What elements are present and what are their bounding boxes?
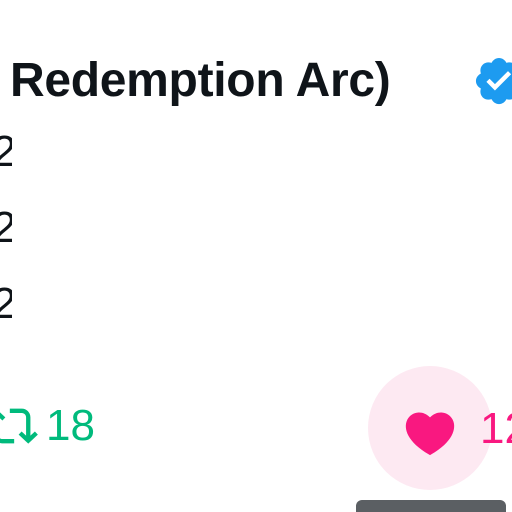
retweet-count: 18: [46, 401, 95, 450]
like-count: 12: [480, 404, 512, 453]
tweet-body: 2 2 2: [0, 128, 32, 338]
tweet-actions: 18 12: [0, 366, 512, 494]
display-name[interactable]: Redemption Arc): [10, 53, 391, 108]
tweet-text-line: 2: [0, 280, 12, 328]
tweet-screen: Redemption Arc) 2 2 2 18 12: [0, 0, 512, 512]
tweet-text-line: 2: [0, 128, 12, 176]
retweet-button[interactable]: 18: [0, 400, 95, 452]
retweet-icon: [0, 408, 38, 444]
heart-icon[interactable]: [398, 404, 462, 462]
verified-badge-icon[interactable]: [472, 54, 512, 108]
tweet-text-line: 2: [0, 204, 12, 252]
tweet-header: Redemption Arc): [0, 46, 512, 118]
tooltip: [356, 500, 506, 512]
